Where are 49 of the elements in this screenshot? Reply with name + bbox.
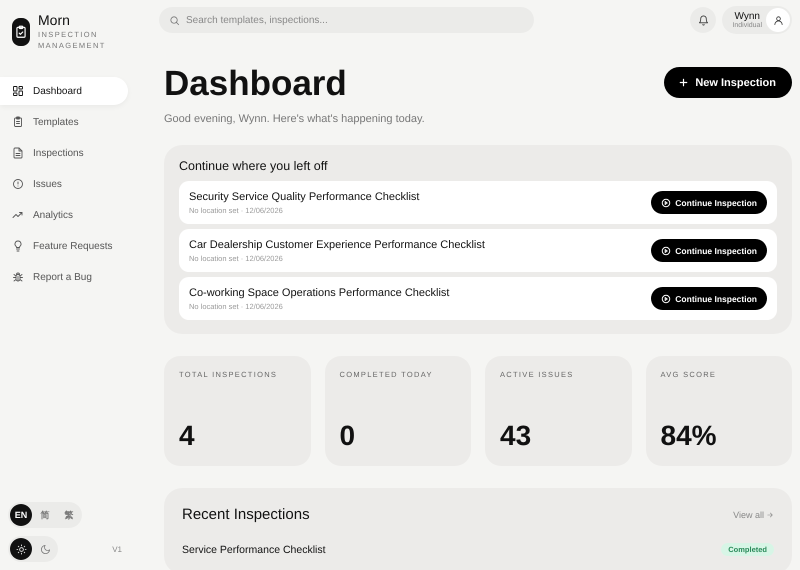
section-title: Continue where you left off [179,159,328,173]
nav-item[interactable]: Inspections [0,139,128,167]
notifications-button[interactable] [690,7,716,33]
document-icon [12,147,24,159]
lightbulb-icon [12,240,24,252]
user-name: Wynn [734,11,760,22]
language-option[interactable]: 繁 [58,504,80,526]
play-icon [661,294,672,304]
new-inspection-button[interactable]: New Inspection [664,67,792,98]
sun-icon [16,544,26,554]
logo-icon [12,18,30,46]
moon-icon [40,544,50,554]
grid-icon [12,85,24,97]
language-option[interactable]: EN [10,504,32,526]
plus-icon [678,77,690,88]
bug-icon [12,271,24,283]
nav-item[interactable]: Templates [0,108,128,136]
avatar-icon [766,8,790,32]
app-name: Morn [38,12,71,29]
language-option[interactable]: 简 [34,504,56,526]
inspection-title: Car Dealership Customer Experience Performance Checklist [189,238,485,250]
alert-icon [12,178,24,190]
clipboard-icon [12,116,24,128]
section-title: Recent Inspections [182,506,310,523]
version-label: V1 [112,544,122,554]
arrow-icon [766,510,774,518]
bell-icon [698,14,709,26]
continue-button[interactable]: Continue Inspection [651,239,767,262]
stat-value: 4 [179,420,196,452]
trend-icon [12,209,24,221]
nav-item[interactable]: Analytics [0,201,128,229]
page-title: Dashboard [164,65,348,103]
page-subtitle: Good evening, Wynn. Here's what's happening today. [164,113,425,125]
continue-button[interactable]: Continue Inspection [651,287,767,310]
inspection-title: Co-working Space Operations Performance Checklist [189,286,450,298]
search-field[interactable]: Search templates, inspections... [159,7,534,33]
play-icon [661,198,672,208]
light-mode-button[interactable] [10,538,32,560]
stat-value: 0 [340,420,356,452]
nav-item[interactable]: Feature Requests [0,232,128,260]
nav-item[interactable]: Dashboard [0,77,128,105]
inspection-title: Service Performance Checklist [182,544,326,556]
play-icon [661,246,672,256]
nav-item[interactable]: Report a Bug [0,263,128,291]
stat-value: 84% [660,420,718,452]
stat-value: 43 [500,420,532,452]
inspection-title: Security Service Quality Performance Checklist [189,190,420,202]
nav-item[interactable]: Issues [0,170,128,198]
continue-button[interactable]: Continue Inspection [651,191,767,214]
